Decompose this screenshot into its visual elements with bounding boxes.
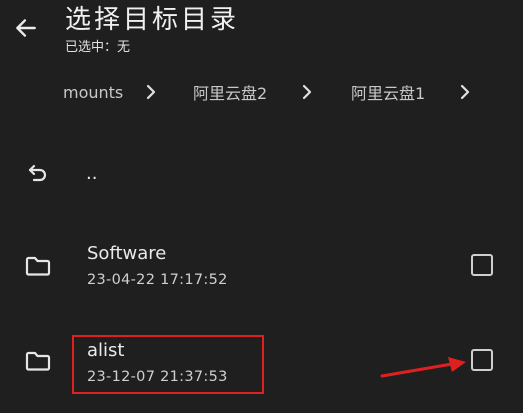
folder-name: Software	[87, 243, 167, 264]
list-item-software[interactable]: Software 23-04-22 17:17:52	[0, 232, 523, 302]
select-checkbox[interactable]	[471, 349, 493, 371]
annotation-highlight-box	[72, 335, 264, 394]
selected-status: 已选中：无	[65, 40, 131, 55]
folder-date: 23-04-22 17:17:52	[87, 272, 228, 288]
chevron-right-icon	[302, 84, 312, 100]
breadcrumb-item-aliyun2[interactable]: 阿里云盘2	[193, 74, 267, 110]
folder-icon	[23, 346, 53, 376]
undo-icon	[23, 158, 53, 188]
annotation-arrow-icon	[380, 357, 466, 378]
breadcrumb-label: 阿里云盘1	[351, 84, 426, 103]
breadcrumb-item-mounts[interactable]: mounts	[63, 74, 123, 110]
parent-directory-row[interactable]: ..	[0, 145, 523, 205]
parent-directory-label: ..	[86, 163, 98, 184]
chevron-right-icon	[146, 84, 156, 100]
breadcrumb-label: mounts	[63, 82, 124, 102]
page-title: 选择目标目录	[65, 5, 240, 35]
back-button[interactable]	[8, 8, 44, 48]
arrow-left-icon	[16, 19, 36, 37]
breadcrumb-item-aliyun1[interactable]: 阿里云盘1	[351, 74, 425, 110]
chevron-right-icon	[460, 84, 470, 100]
breadcrumb: mounts 阿里云盘2 阿里云盘1	[0, 74, 523, 110]
select-checkbox[interactable]	[471, 254, 493, 276]
breadcrumb-label: 阿里云盘2	[193, 84, 268, 103]
folder-icon	[23, 251, 53, 281]
